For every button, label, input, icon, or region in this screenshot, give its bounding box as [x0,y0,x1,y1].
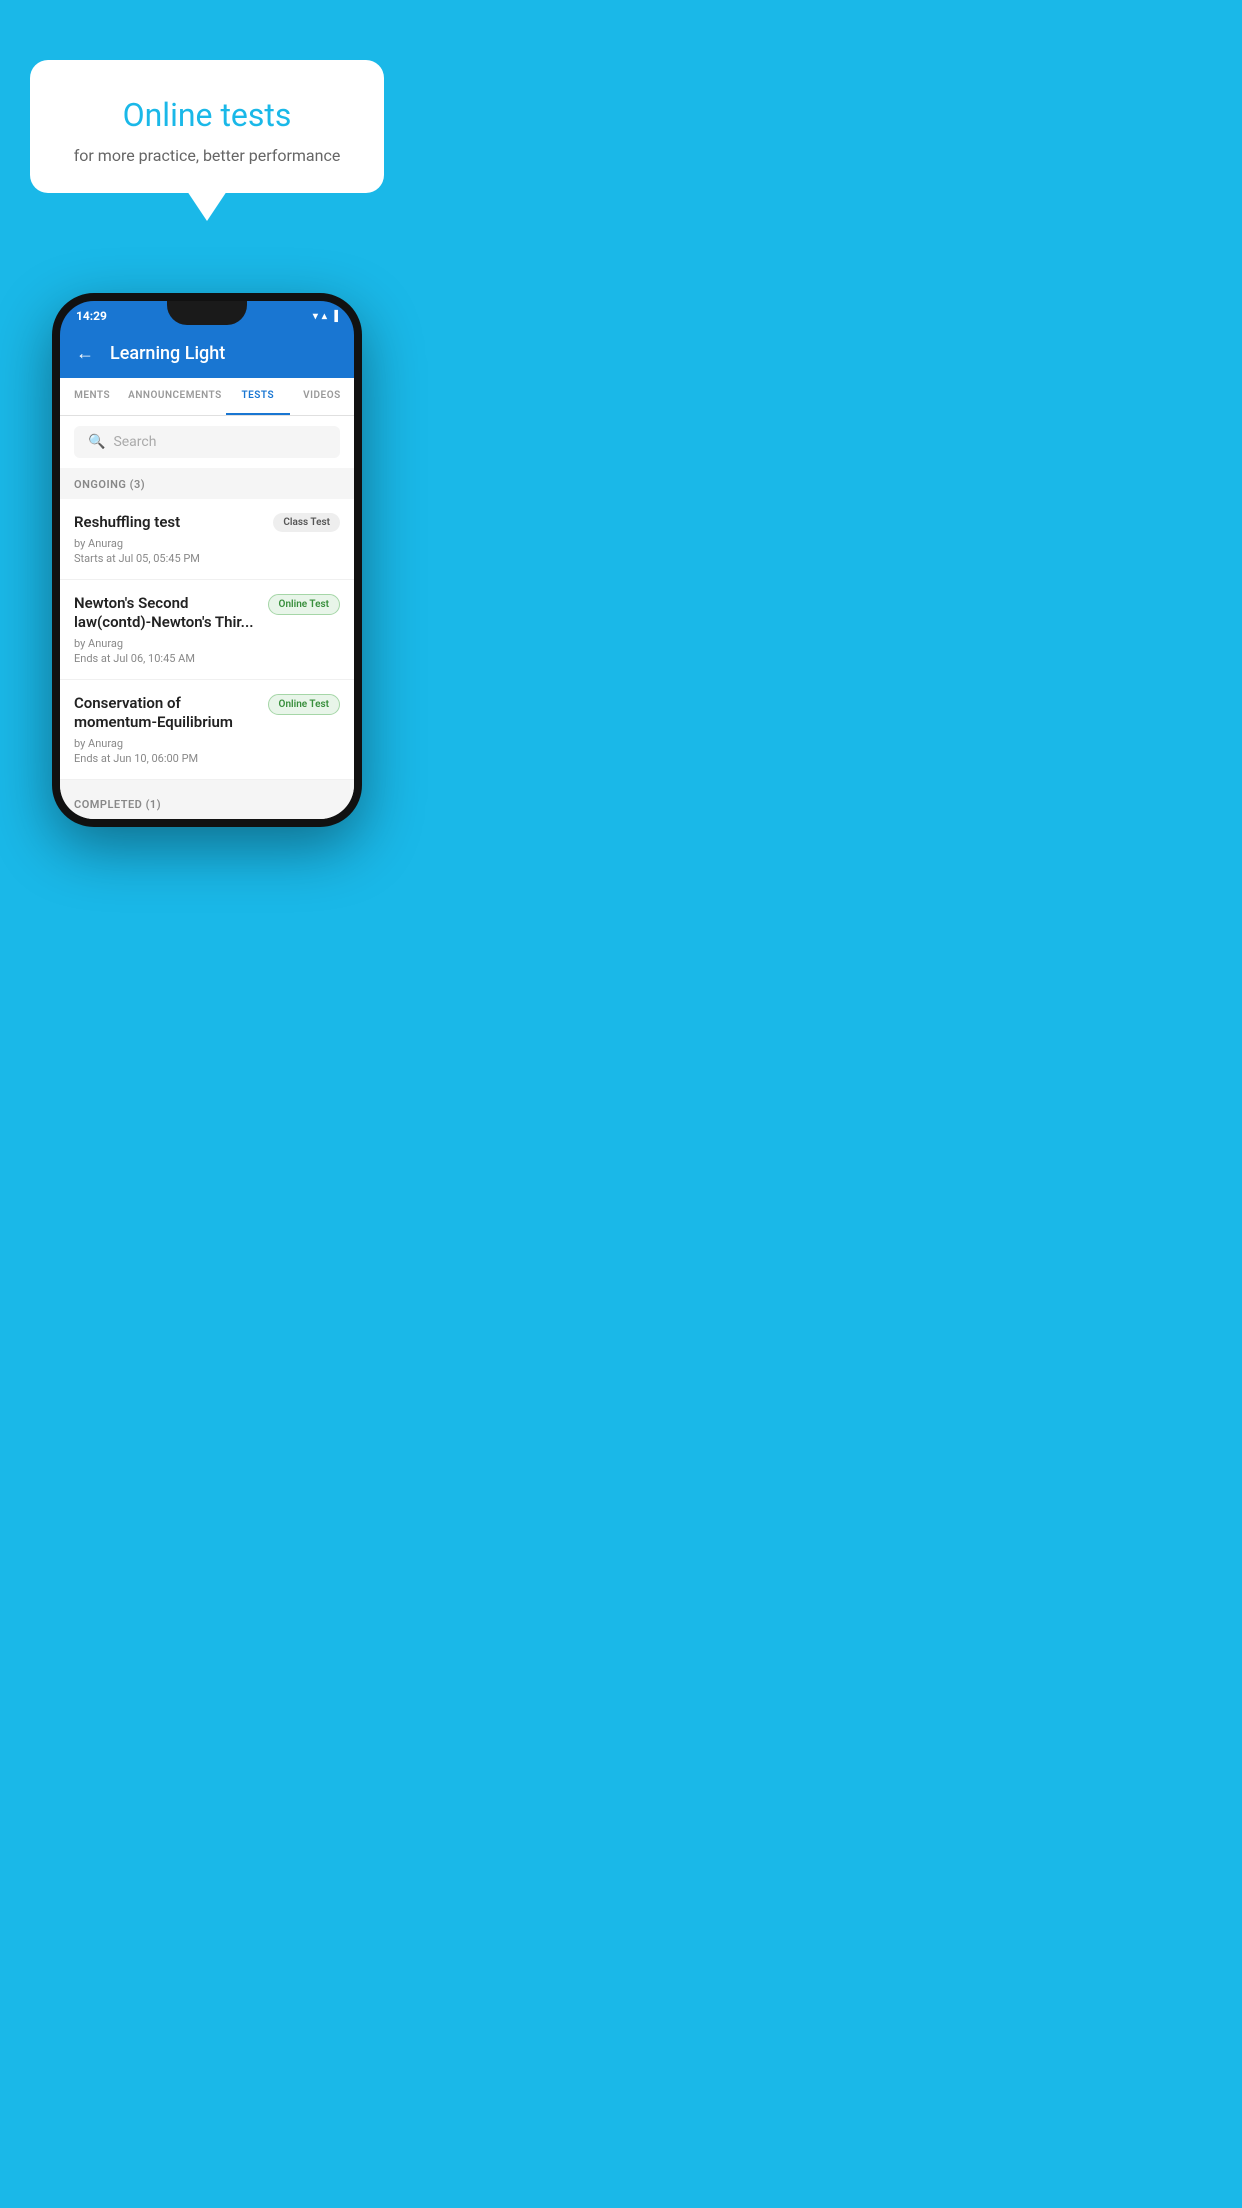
test-badge-online: Online Test [268,694,340,715]
test-item[interactable]: Newton's Second law(contd)-Newton's Thir… [60,580,354,680]
phone-wrapper: 14:29 ▾ ▴ ▐ ← Learning Light MENTS ANNOU… [0,293,414,847]
back-button[interactable]: ← [76,343,94,364]
test-author: by Anurag [74,537,340,550]
signal-icon: ▴ [322,311,327,322]
search-icon: 🔍 [88,434,105,450]
tab-videos[interactable]: VIDEOS [290,378,354,415]
test-item[interactable]: Reshuffling test Class Test by Anurag St… [60,499,354,580]
test-title: Conservation of momentum-Equilibrium [74,694,258,733]
section-divider [60,780,354,788]
test-item-header: Conservation of momentum-Equilibrium Onl… [74,694,340,733]
search-input-wrapper[interactable]: 🔍 Search [74,426,340,458]
speech-bubble: Online tests for more practice, better p… [30,60,384,193]
tab-ments[interactable]: MENTS [60,378,124,415]
phone-notch [167,301,247,325]
search-bar: 🔍 Search [60,416,354,468]
test-title: Reshuffling test [74,513,263,533]
test-item[interactable]: Conservation of momentum-Equilibrium Onl… [60,680,354,780]
hero-subtitle: for more practice, better performance [60,146,354,165]
hero-section: Online tests for more practice, better p… [0,0,414,233]
test-badge-class: Class Test [273,513,340,532]
test-date: Ends at Jul 06, 10:45 AM [74,652,340,665]
app-content: 🔍 Search ONGOING (3) Reshuffling test Cl… [60,416,354,819]
completed-label: COMPLETED (1) [60,788,354,819]
battery-icon: ▐ [331,311,338,322]
phone-mockup: 14:29 ▾ ▴ ▐ ← Learning Light MENTS ANNOU… [52,293,362,827]
ongoing-label: ONGOING (3) [60,468,354,499]
test-title: Newton's Second law(contd)-Newton's Thir… [74,594,258,633]
status-time: 14:29 [76,309,107,323]
test-badge-online: Online Test [268,594,340,615]
tabs-bar: MENTS ANNOUNCEMENTS TESTS VIDEOS [60,378,354,416]
test-author: by Anurag [74,737,340,750]
app-title: Learning Light [110,343,225,364]
test-item-header: Newton's Second law(contd)-Newton's Thir… [74,594,340,633]
search-placeholder: Search [113,434,156,450]
test-author: by Anurag [74,637,340,650]
test-date: Starts at Jul 05, 05:45 PM [74,552,340,565]
hero-title: Online tests [60,96,354,134]
test-item-header: Reshuffling test Class Test [74,513,340,533]
tab-announcements[interactable]: ANNOUNCEMENTS [124,378,226,415]
test-date: Ends at Jun 10, 06:00 PM [74,752,340,765]
tab-tests[interactable]: TESTS [226,378,290,415]
app-header: ← Learning Light [60,329,354,378]
wifi-icon: ▾ [313,311,318,322]
status-icons: ▾ ▴ ▐ [313,311,338,322]
